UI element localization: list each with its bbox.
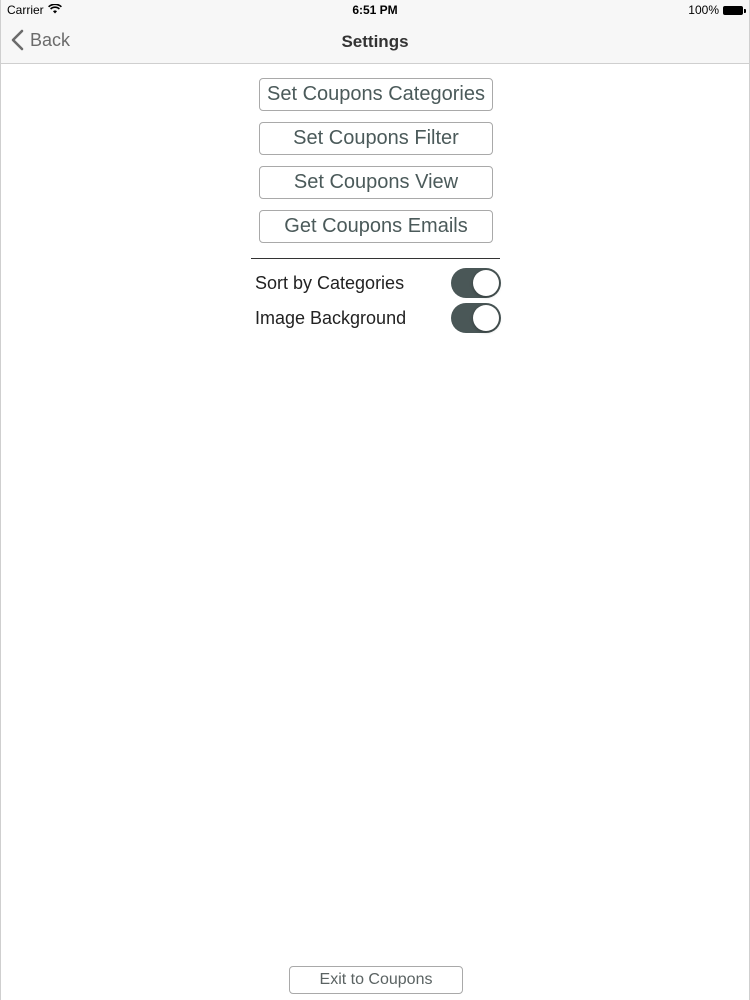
image-background-row: Image Background [255,303,501,333]
navigation-bar: Back Settings [1,20,749,64]
battery-percent: 100% [688,3,719,17]
battery-group: 100% [688,3,746,17]
sort-by-categories-label: Sort by Categories [255,272,405,293]
page-title: Settings [341,32,409,51]
set-coupons-categories-button[interactable]: Set Coupons Categories [259,78,493,111]
set-coupons-view-button[interactable]: Set Coupons View [259,166,493,199]
settings-button-list: Set Coupons Categories Set Coupons Filte… [259,78,493,243]
toggle-knob [473,270,499,296]
image-background-label: Image Background [255,307,407,328]
image-background-toggle[interactable] [451,303,501,333]
status-time: 6:51 PM [352,3,398,17]
sort-by-categories-toggle[interactable] [451,268,501,298]
toggle-knob [473,305,499,331]
settings-screen: Carrier 6:51 PM 100% Back Settings Set C… [0,0,750,1000]
sort-by-categories-row: Sort by Categories [255,268,501,298]
exit-to-coupons-button[interactable]: Exit to Coupons [289,966,463,994]
get-coupons-emails-button[interactable]: Get Coupons Emails [259,210,493,243]
set-coupons-filter-button[interactable]: Set Coupons Filter [259,122,493,155]
status-bar: Carrier 6:51 PM 100% [1,0,749,20]
section-divider [251,258,500,259]
battery-icon [723,5,746,15]
